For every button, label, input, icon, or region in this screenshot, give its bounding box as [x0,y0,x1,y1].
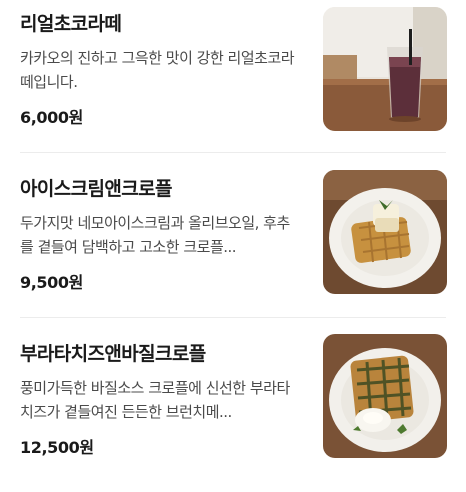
menu-item-description: 두가지맛 네모아이스크림과 올리브오일, 후추를 곁들여 담백하고 고소한 크로… [20,214,290,256]
menu-item-text: 부라타치즈앤바질크로플 풍미가득한 바질소스 크로플에 신선한 부라타치즈가 곁… [20,342,302,458]
menu-item-price: 9,500원 [20,273,83,292]
menu-item-price: 12,500원 [20,438,94,457]
menu-item-thumbnail[interactable] [323,334,447,458]
menu-item-text: 아이스크림앤크로플 두가지맛 네모아이스크림과 올리브오일, 후추를 곁들여 담… [20,177,302,293]
menu-item-name: 부라타치즈앤바질크로플 [20,343,206,365]
menu-item-description: 카카오의 진하고 그윽한 맛이 강한 리얼초코라떼입니다. [20,49,295,91]
menu-item-name: 아이스크림앤크로플 [20,178,173,200]
croffle-burrata-photo-icon [323,334,447,458]
menu-item-burrata-croffle[interactable]: 부라타치즈앤바질크로플 풍미가득한 바질소스 크로플에 신선한 부라타치즈가 곁… [0,334,466,492]
menu-list: 리얼초코라떼 카카오의 진하고 그윽한 맛이 강한 리얼초코라떼입니다. 6,0… [0,0,466,471]
menu-item-price: 6,000원 [20,108,83,127]
divider [20,152,446,153]
chocolate-latte-photo-icon [323,7,447,131]
menu-item-name: 리얼초코라떼 [20,13,122,35]
menu-item-thumbnail[interactable] [323,7,447,131]
menu-item-description: 풍미가득한 바질소스 크로플에 신선한 부라타치즈가 곁들여진 든든한 브런치메… [20,379,290,421]
menu-item-text: 리얼초코라떼 카카오의 진하고 그윽한 맛이 강한 리얼초코라떼입니다. 6,0… [20,12,302,128]
menu-item-thumbnail[interactable] [323,170,447,294]
croffle-icecream-photo-icon [323,170,447,294]
divider [20,317,446,318]
menu-item-choco-latte[interactable]: 리얼초코라떼 카카오의 진하고 그윽한 맛이 강한 리얼초코라떼입니다. 6,0… [0,7,466,162]
menu-item-icecream-croffle[interactable]: 아이스크림앤크로플 두가지맛 네모아이스크림과 올리브오일, 후추를 곁들여 담… [0,170,466,327]
